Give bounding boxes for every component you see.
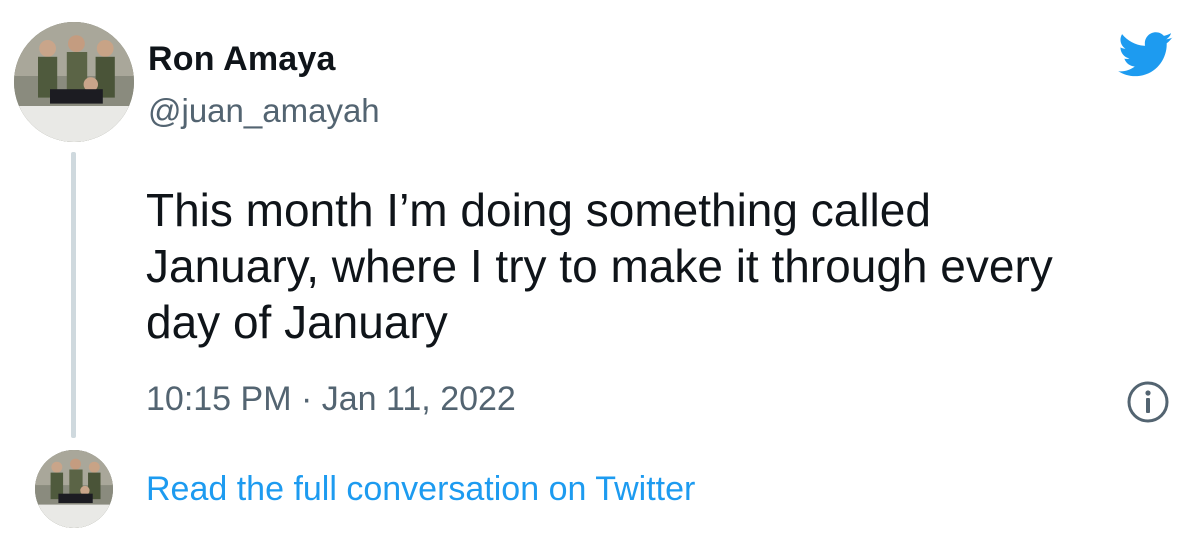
- author-handle[interactable]: @juan_amayah: [148, 92, 380, 130]
- tweet-timestamp[interactable]: 10:15 PM · Jan 11, 2022: [146, 380, 516, 419]
- tweet-card: Ron Amaya @juan_amayah This month I’m do…: [0, 0, 1200, 536]
- info-icon[interactable]: [1126, 380, 1170, 424]
- twitter-bird-icon[interactable]: [1118, 32, 1174, 78]
- footer-avatar[interactable]: [35, 450, 113, 528]
- read-full-conversation-link[interactable]: Read the full conversation on Twitter: [146, 470, 695, 509]
- author-avatar[interactable]: [14, 22, 134, 142]
- author-display-name[interactable]: Ron Amaya: [148, 40, 336, 79]
- thread-line: [71, 152, 76, 438]
- tweet-text: This month I’m doing something called Ja…: [146, 184, 1053, 348]
